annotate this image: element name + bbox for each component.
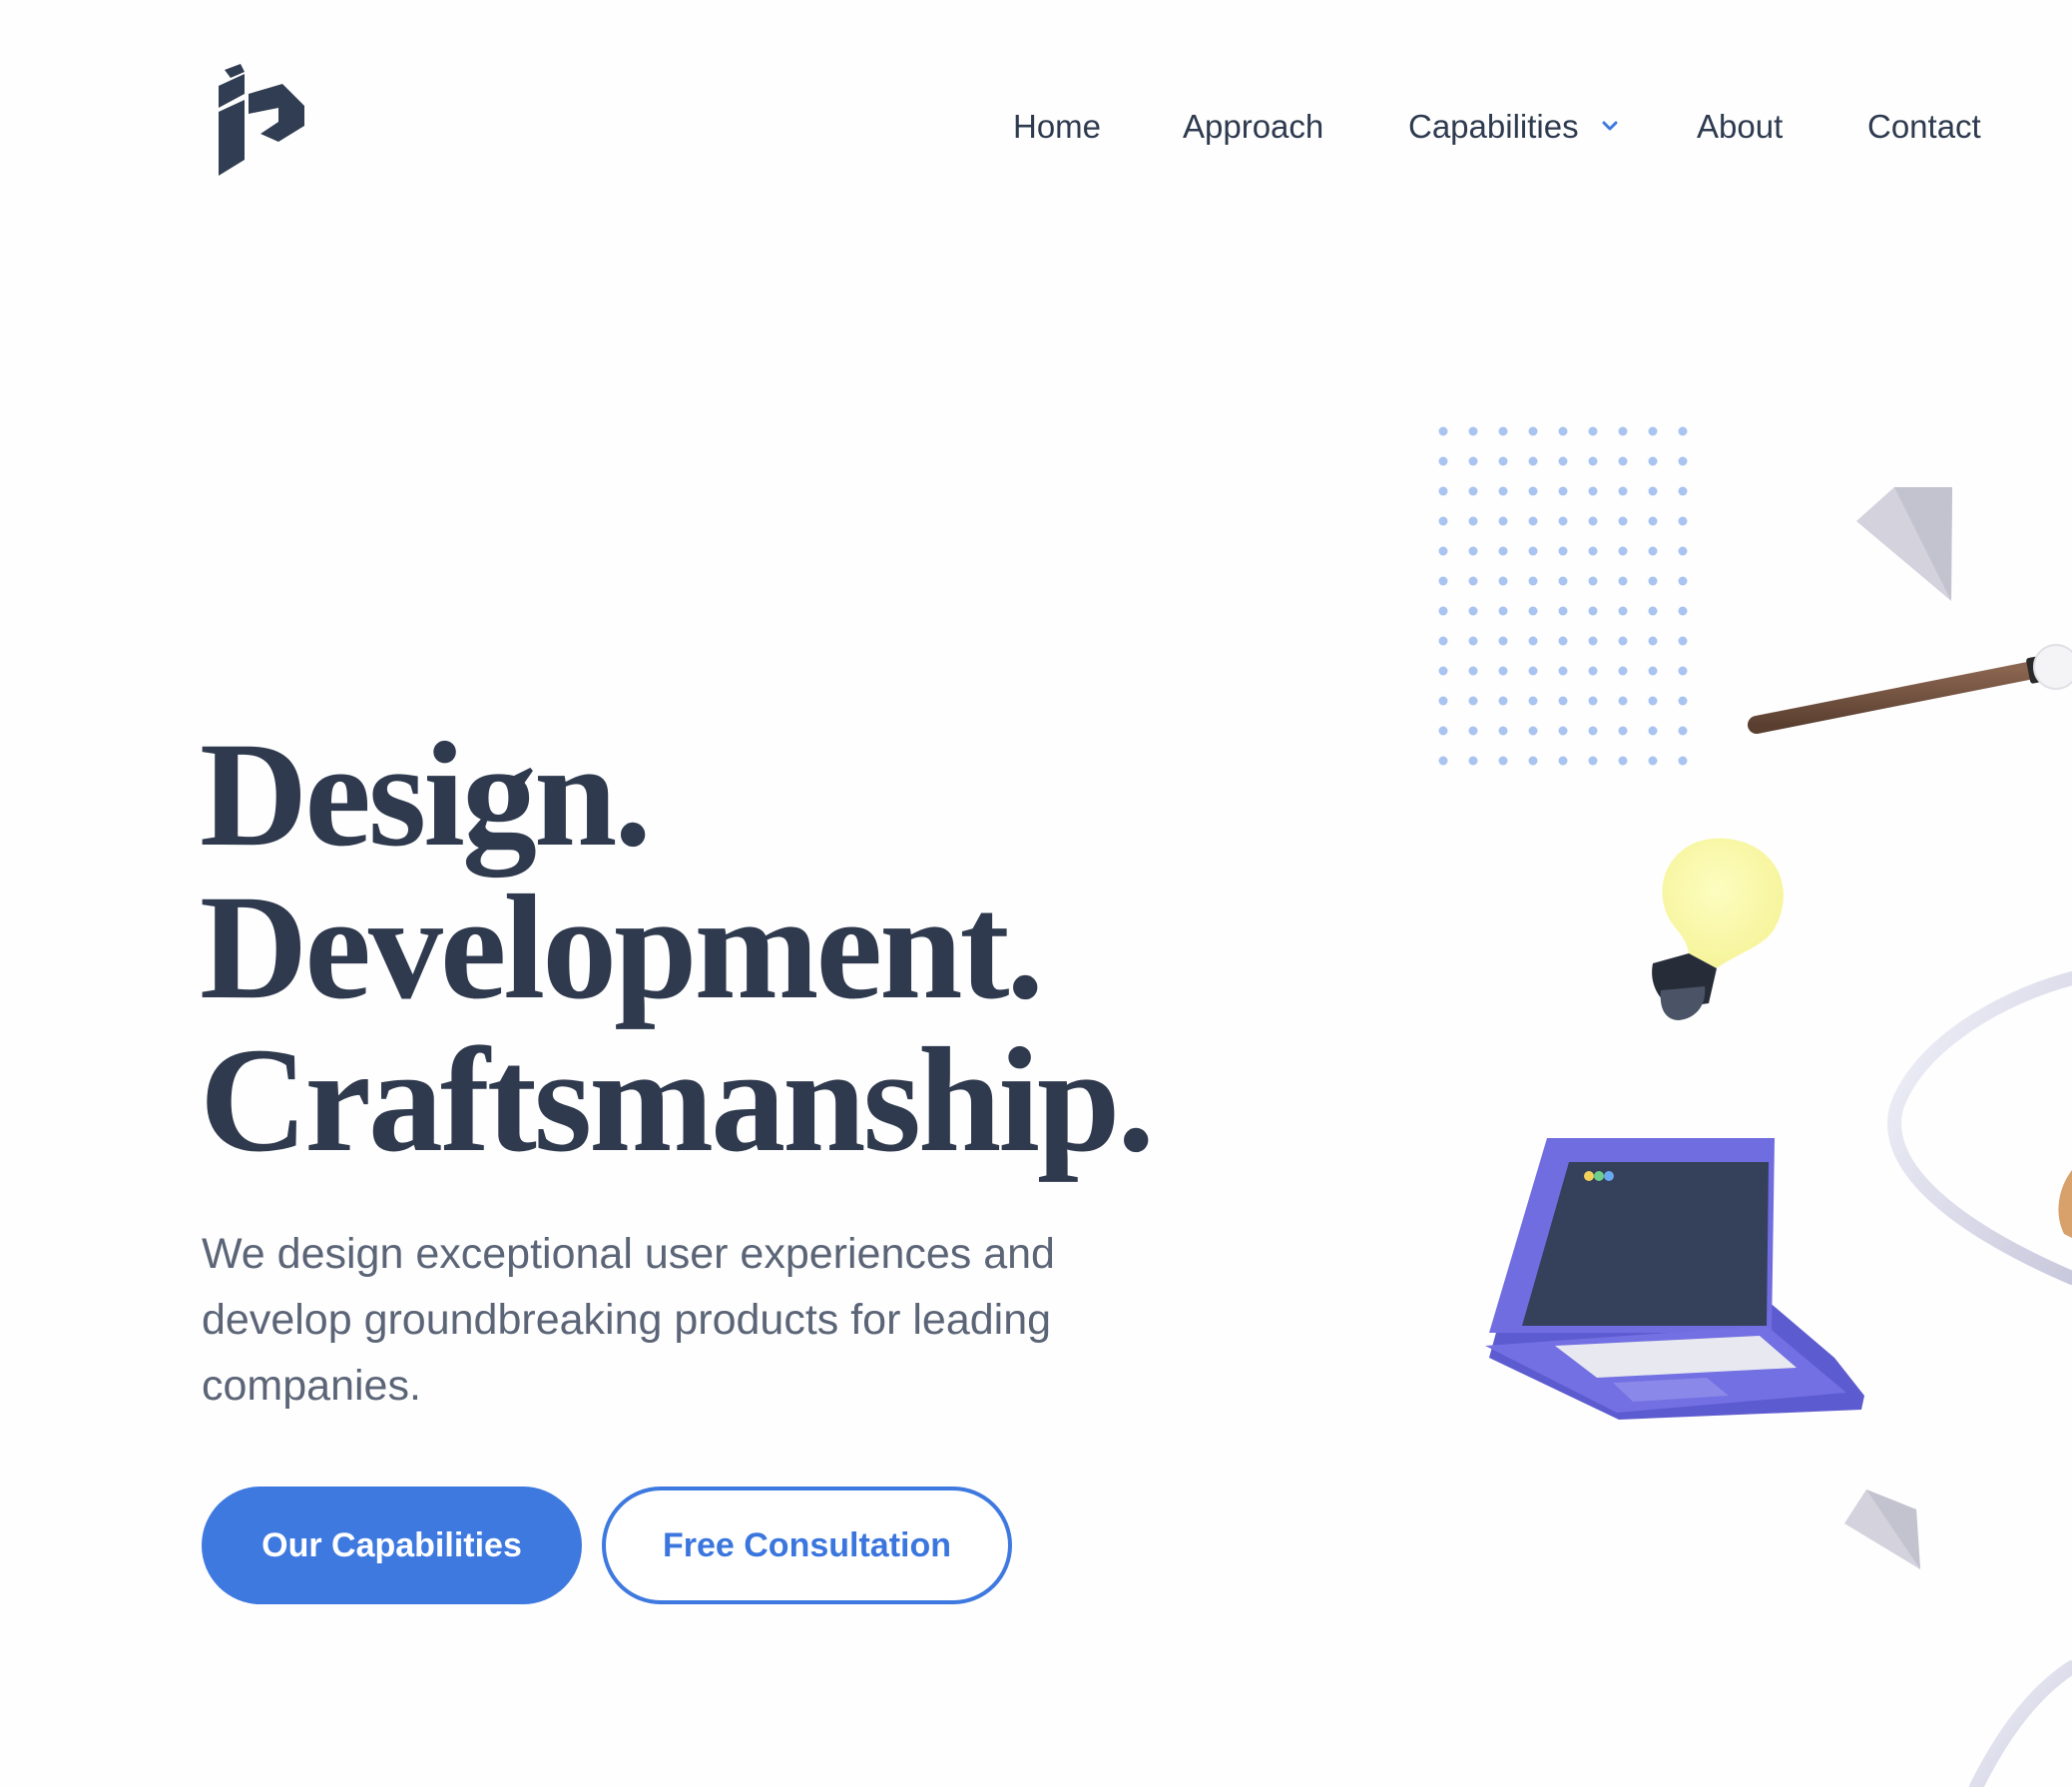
paper-pyramid-icon — [1856, 487, 1952, 601]
hero-illustration — [1438, 426, 2072, 1787]
pencil-stick-icon — [1748, 644, 2072, 734]
brand-p-logo-icon[interactable] — [219, 64, 304, 176]
nav-home-link[interactable]: Home — [1013, 102, 1101, 152]
nav-about-link[interactable]: About — [1697, 102, 1783, 152]
laptop-icon — [1485, 1138, 1864, 1420]
nav-approach-link[interactable]: Approach — [1183, 102, 1323, 152]
headline-line-craftsmanship: Craftsmanship. — [200, 1017, 1155, 1183]
ribbon-loop-icon — [1887, 971, 2072, 1787]
paper-pyramid-icon — [1844, 1489, 1920, 1569]
page: Home Approach Capabilities About Contact… — [0, 0, 2072, 1787]
free-consultation-button[interactable]: Free Consultation — [602, 1487, 1012, 1604]
hero-subtext: We design exceptional user experiences a… — [202, 1230, 1055, 1410]
nav-contact-link[interactable]: Contact — [1867, 102, 1981, 152]
nav-capabilities-link[interactable]: Capabilities — [1408, 102, 1579, 152]
headline-line-design: Design. — [200, 712, 652, 878]
dot-grid-pattern — [1438, 426, 1688, 766]
hero-headline: Design. Development. Craftsmanship. — [200, 719, 1198, 1177]
our-capabilities-button[interactable]: Our Capabilities — [202, 1487, 582, 1604]
headline-line-development: Development. — [200, 865, 1044, 1030]
lightbulb-icon — [1652, 838, 1784, 1020]
chevron-down-icon[interactable] — [1601, 117, 1619, 135]
